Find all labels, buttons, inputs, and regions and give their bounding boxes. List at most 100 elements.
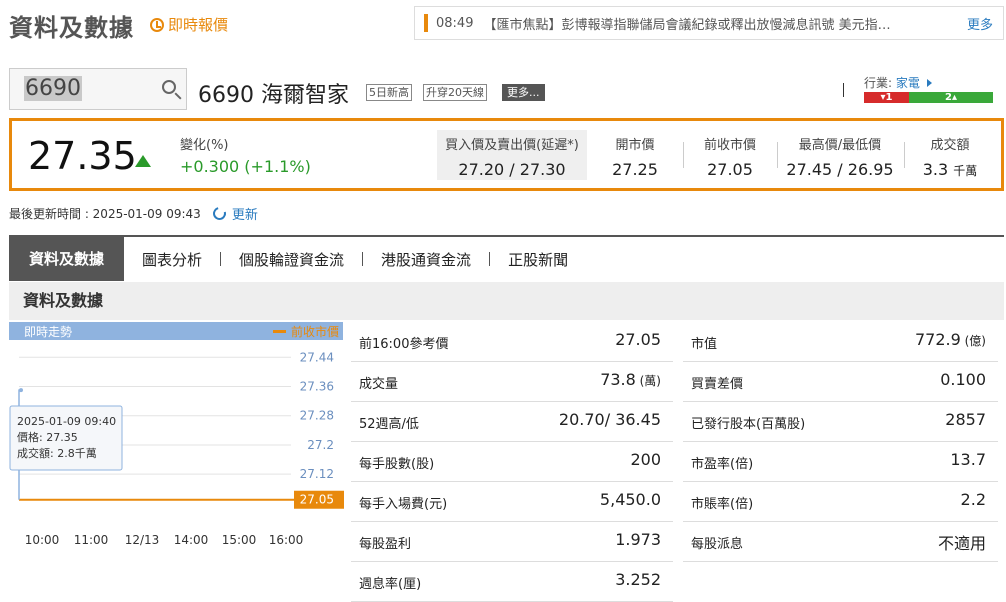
- tag-above-20ma: 升穿20天線: [423, 84, 487, 101]
- tab-stock-connect-flow[interactable]: 港股通資金流: [363, 249, 489, 270]
- chart-legend: 前收市價: [273, 323, 339, 340]
- change-value: +0.300 (+1.1%): [180, 157, 311, 176]
- field-value: 772.9 (億): [915, 330, 986, 349]
- refresh-button[interactable]: 更新: [232, 204, 258, 223]
- industry-link[interactable]: 家電: [896, 76, 920, 90]
- chart-title: 即時走勢: [24, 325, 73, 339]
- tooltip-price: 價格: 27.35: [17, 430, 78, 444]
- field-label: 前16:00參考價: [359, 337, 449, 352]
- data-left-row: 成交量 73.8 (萬): [351, 362, 673, 402]
- realtime-label: 即時報價: [168, 16, 229, 34]
- field-value-text: 13.7: [950, 450, 986, 469]
- chart-y-tick-label: 27.05: [300, 493, 334, 507]
- field-value: 0.100: [940, 370, 986, 389]
- up-arrow-icon: [135, 155, 151, 167]
- hilo-value: 27.45 / 26.95: [786, 160, 894, 179]
- field-label: 每手入場費(元): [359, 497, 448, 512]
- divider: [843, 83, 844, 97]
- data-right-row: 市賬率(倍) 2.2: [683, 482, 998, 522]
- turnover-value: 3.3: [922, 160, 949, 179]
- legend-label: 前收市價: [291, 325, 340, 339]
- section-title: 資料及數據: [9, 282, 1004, 320]
- industry-info: 行業: 家電: [864, 74, 932, 91]
- data-left-row: 每股盈利 1.973: [351, 522, 673, 562]
- open-cell: 開市價 27.25: [597, 134, 673, 179]
- industry-label: 行業:: [864, 76, 893, 90]
- last-update-time: 最後更新時間 : 2025-01-09 09:43: [9, 207, 201, 221]
- data-right-row: 市值 772.9 (億): [683, 322, 998, 362]
- field-label: 每手股數(股): [359, 457, 435, 472]
- chart-x-tick-label: 15:00: [222, 533, 257, 547]
- chart-y-tick-label: 27.36: [300, 380, 334, 394]
- prevclose-value: 27.05: [707, 160, 753, 179]
- field-value: 73.8 (萬): [600, 370, 661, 389]
- data-left-row: 週息率(厘) 3.252: [351, 562, 673, 602]
- field-value: 1.973: [615, 530, 661, 549]
- field-value-text: 2857: [945, 410, 986, 429]
- field-unit: (億): [960, 334, 986, 348]
- refresh-icon[interactable]: [210, 204, 229, 223]
- last-update-row: 最後更新時間 : 2025-01-09 09:43 更新: [9, 204, 258, 223]
- tab-warrant-flow[interactable]: 個股輪證資金流: [221, 249, 362, 270]
- field-value-text: 不適用: [937, 534, 986, 553]
- field-value: 5,450.0: [600, 490, 661, 509]
- industry-up-count: 2▴: [909, 92, 993, 103]
- tab-chart-analysis[interactable]: 圖表分析: [124, 249, 220, 270]
- field-label: 每股盈利: [359, 537, 412, 552]
- data-left-row: 前16:00參考價 27.05: [351, 322, 673, 362]
- stock-search-box[interactable]: 6690: [9, 68, 187, 110]
- chart-y-tick-label: 27.12: [300, 467, 334, 481]
- ticker-marker: [424, 14, 428, 32]
- field-label: 成交量: [359, 377, 399, 392]
- bidask-label: 買入價及賣出價(延遲*): [445, 138, 579, 153]
- turnover-value-row: 3.3 千萬: [910, 160, 990, 179]
- field-value: 2857: [945, 410, 986, 429]
- industry-breadth-bar: ▾1 2▴: [864, 92, 993, 103]
- hilo-label: 最高價/最低價: [798, 138, 882, 153]
- data-left-row: 每手股數(股) 200: [351, 442, 673, 482]
- intraday-chart[interactable]: 27.44 27.36 27.28 27.2 27.12 27.05 10:00 11:00 1…: [9, 340, 344, 552]
- chart-y-tick-label: 27.28: [300, 409, 334, 423]
- field-value: 20.70/ 36.45: [559, 410, 661, 429]
- legend-swatch: [273, 330, 286, 333]
- open-label: 開市價: [615, 138, 655, 153]
- field-label: 市值: [691, 337, 718, 352]
- industry-down-count: ▾1: [864, 92, 909, 103]
- news-headline[interactable]: 【匯市焦點】彭博報導指聯儲局會議紀錄或釋出放慢減息訊號 美元指…: [483, 14, 953, 33]
- chart-point: [19, 388, 23, 393]
- field-value-text: 1.973: [615, 530, 661, 549]
- news-time: 08:49: [436, 15, 474, 31]
- prevclose-label: 前收市價: [703, 138, 756, 153]
- field-value-text: 2.2: [960, 490, 986, 509]
- data-left-row: 52週高/低 20.70/ 36.45: [351, 402, 673, 442]
- data-right-row: 每股派息 不適用: [683, 522, 998, 562]
- field-label: 週息率(厘): [359, 577, 422, 592]
- field-value-text: 20.70/ 36.45: [558, 410, 661, 429]
- field-label: 每股派息: [691, 537, 744, 552]
- tab-stock-news[interactable]: 正股新聞: [490, 249, 586, 270]
- chart-x-tick-label: 14:00: [174, 533, 209, 547]
- field-label: 市賬率(倍): [691, 497, 754, 512]
- bidask-cell: 買入價及賣出價(延遲*) 27.20 / 27.30: [437, 134, 587, 179]
- clock-icon: [150, 17, 164, 32]
- prevclose-cell: 前收市價 27.05: [690, 134, 770, 179]
- field-value-text: 200: [630, 450, 661, 469]
- news-ticker[interactable]: 08:49 【匯市焦點】彭博報導指聯儲局會議紀錄或釋出放慢減息訊號 美元指… 更…: [414, 6, 1004, 40]
- last-price: 27.35: [28, 134, 137, 178]
- search-icon[interactable]: [162, 80, 176, 94]
- tab-data[interactable]: 資料及數據: [9, 237, 125, 281]
- news-more-link[interactable]: 更多: [967, 14, 993, 33]
- field-value-text: 27.05: [615, 330, 661, 349]
- turnover-label: 成交額: [930, 138, 970, 153]
- chart-x-tick-label: 11:00: [74, 533, 109, 547]
- field-value-text: 0.100: [940, 370, 986, 389]
- field-value-text: 73.8: [600, 370, 636, 389]
- data-right-row: 市盈率(倍) 13.7: [683, 442, 998, 482]
- more-tags-button[interactable]: 更多...: [502, 84, 545, 101]
- field-value: 2.2: [961, 490, 986, 509]
- realtime-quote-link[interactable]: 即時報價: [150, 14, 228, 35]
- field-value: 200: [630, 450, 661, 469]
- stock-name: 6690 海爾智家: [198, 83, 349, 108]
- search-input[interactable]: 6690: [24, 76, 82, 101]
- tooltip-time: 2025-01-09 09:40: [17, 415, 116, 428]
